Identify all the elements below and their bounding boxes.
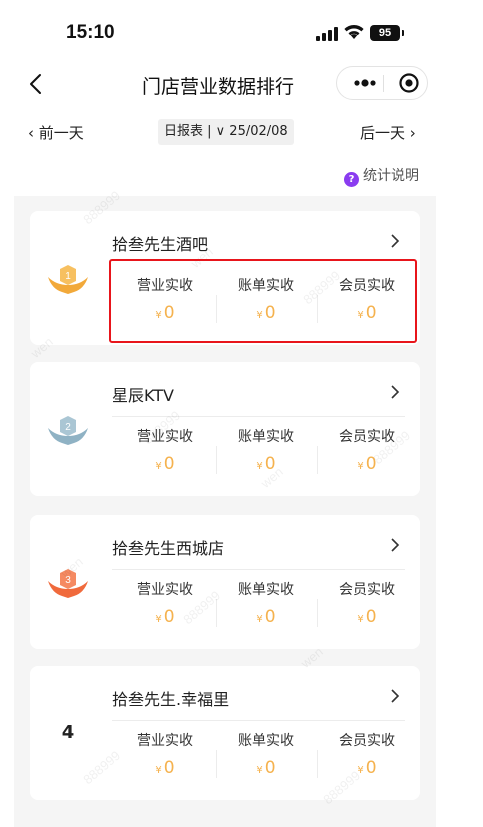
metric-value: ¥0 [116, 607, 214, 627]
metric-amount: 0 [365, 454, 377, 474]
currency-symbol: ¥ [155, 614, 162, 625]
more-icon[interactable] [347, 67, 383, 99]
battery-icon: 95 [370, 25, 404, 41]
metric-amount: 0 [163, 607, 175, 627]
currency-symbol: ¥ [357, 614, 364, 625]
metric-bill-revenue: 账单实收 ¥0 [217, 730, 315, 778]
currency-symbol: ¥ [155, 461, 162, 472]
metric-value: ¥0 [318, 607, 416, 627]
metric-value: ¥0 [116, 758, 214, 778]
metric-bill-revenue: 账单实收 ¥0 [217, 579, 315, 627]
prev-day-button[interactable]: ‹ 前一天 [28, 122, 84, 143]
metric-label: 账单实收 [238, 582, 294, 598]
card-divider [112, 720, 405, 721]
store-card[interactable]: 4 拾叁先生.幸福里 营业实收 ¥0 账单实收 ¥0 会员实收 ¥0 [30, 666, 420, 800]
status-time: 15:10 [66, 22, 115, 43]
chevron-right-icon[interactable] [388, 231, 402, 251]
stats-explanation-label: 统计说明 [363, 168, 419, 184]
metric-label: 账单实收 [238, 429, 294, 445]
gold-medal-icon: 1 [48, 265, 88, 294]
metric-amount: 0 [163, 758, 175, 778]
chevron-right-icon[interactable] [388, 382, 402, 402]
wifi-icon [344, 25, 364, 39]
metric-bill-revenue: 账单实收 ¥0 [217, 426, 315, 474]
metric-member-revenue: 会员实收 ¥0 [318, 426, 416, 474]
metric-label: 营业实收 [137, 429, 193, 445]
currency-symbol: ¥ [357, 461, 364, 472]
currency-symbol: ¥ [256, 461, 263, 472]
metric-member-revenue: 会员实收 ¥0 [318, 579, 416, 627]
status-bar: 15:10 95 [0, 0, 436, 60]
metric-business-revenue: 营业实收 ¥0 [116, 730, 214, 778]
metric-business-revenue: 营业实收 ¥0 [116, 426, 214, 474]
metric-member-revenue: 会员实收 ¥0 [318, 730, 416, 778]
metric-value: ¥0 [318, 758, 416, 778]
report-date-selector[interactable]: 日报表 | ∨ 25/02/08 [158, 119, 294, 145]
metric-amount: 0 [264, 607, 276, 627]
metric-value: ¥0 [217, 758, 315, 778]
phone-screen: 15:10 95 门店营业数据排行 ‹ 前一天 日报表 | ∨ 25/02/08… [0, 0, 436, 827]
chevron-right-icon[interactable] [388, 535, 402, 555]
currency-symbol: ¥ [357, 765, 364, 776]
stats-explanation-link[interactable]: ? 统计说明 [344, 165, 419, 187]
store-name: 拾叁先生西城店 [112, 539, 225, 558]
metric-value: ¥0 [217, 454, 315, 474]
store-name: 拾叁先生.幸福里 [112, 690, 230, 709]
miniprogram-capsule [336, 66, 428, 100]
store-card[interactable]: 2 星辰KTV 营业实收 ¥0 账单实收 ¥0 会员实收 ¥0 [30, 362, 420, 496]
metric-value: ¥0 [217, 607, 315, 627]
signal-icon [316, 27, 338, 41]
highlight-box [109, 259, 417, 343]
close-target-icon[interactable] [393, 67, 425, 99]
chevron-right-icon[interactable] [388, 686, 402, 706]
metric-amount: 0 [365, 758, 377, 778]
capsule-divider [383, 75, 384, 92]
metric-business-revenue: 营业实收 ¥0 [116, 579, 214, 627]
card-divider [112, 416, 405, 417]
rank-number: 3 [65, 575, 71, 586]
metric-value: ¥0 [318, 454, 416, 474]
metric-amount: 0 [365, 607, 377, 627]
silver-medal-icon: 2 [48, 416, 88, 445]
metric-label: 账单实收 [238, 733, 294, 749]
metric-amount: 0 [264, 454, 276, 474]
bronze-medal-icon: 3 [48, 569, 88, 598]
metric-value: ¥0 [116, 454, 214, 474]
store-card[interactable]: 3 拾叁先生西城店 营业实收 ¥0 账单实收 ¥0 会员实收 ¥0 [30, 515, 420, 649]
help-icon: ? [344, 172, 359, 187]
rank-number: 2 [65, 422, 71, 433]
card-divider [112, 569, 405, 570]
metric-label: 会员实收 [339, 429, 395, 445]
currency-symbol: ¥ [256, 765, 263, 776]
metric-label: 营业实收 [137, 733, 193, 749]
metric-amount: 0 [264, 758, 276, 778]
nav-bar: 门店营业数据排行 [0, 62, 436, 106]
metric-label: 会员实收 [339, 733, 395, 749]
currency-symbol: ¥ [256, 614, 263, 625]
metric-amount: 0 [163, 454, 175, 474]
store-name: 星辰KTV [112, 386, 174, 405]
rank-number: 4 [61, 722, 75, 743]
currency-symbol: ¥ [155, 765, 162, 776]
store-name: 拾叁先生酒吧 [112, 235, 209, 254]
next-day-button[interactable]: 后一天 › [360, 122, 416, 143]
date-switcher: ‹ 前一天 日报表 | ∨ 25/02/08 后一天 › [0, 118, 436, 148]
rank-number: 1 [65, 271, 71, 282]
metric-label: 营业实收 [137, 582, 193, 598]
metric-label: 会员实收 [339, 582, 395, 598]
